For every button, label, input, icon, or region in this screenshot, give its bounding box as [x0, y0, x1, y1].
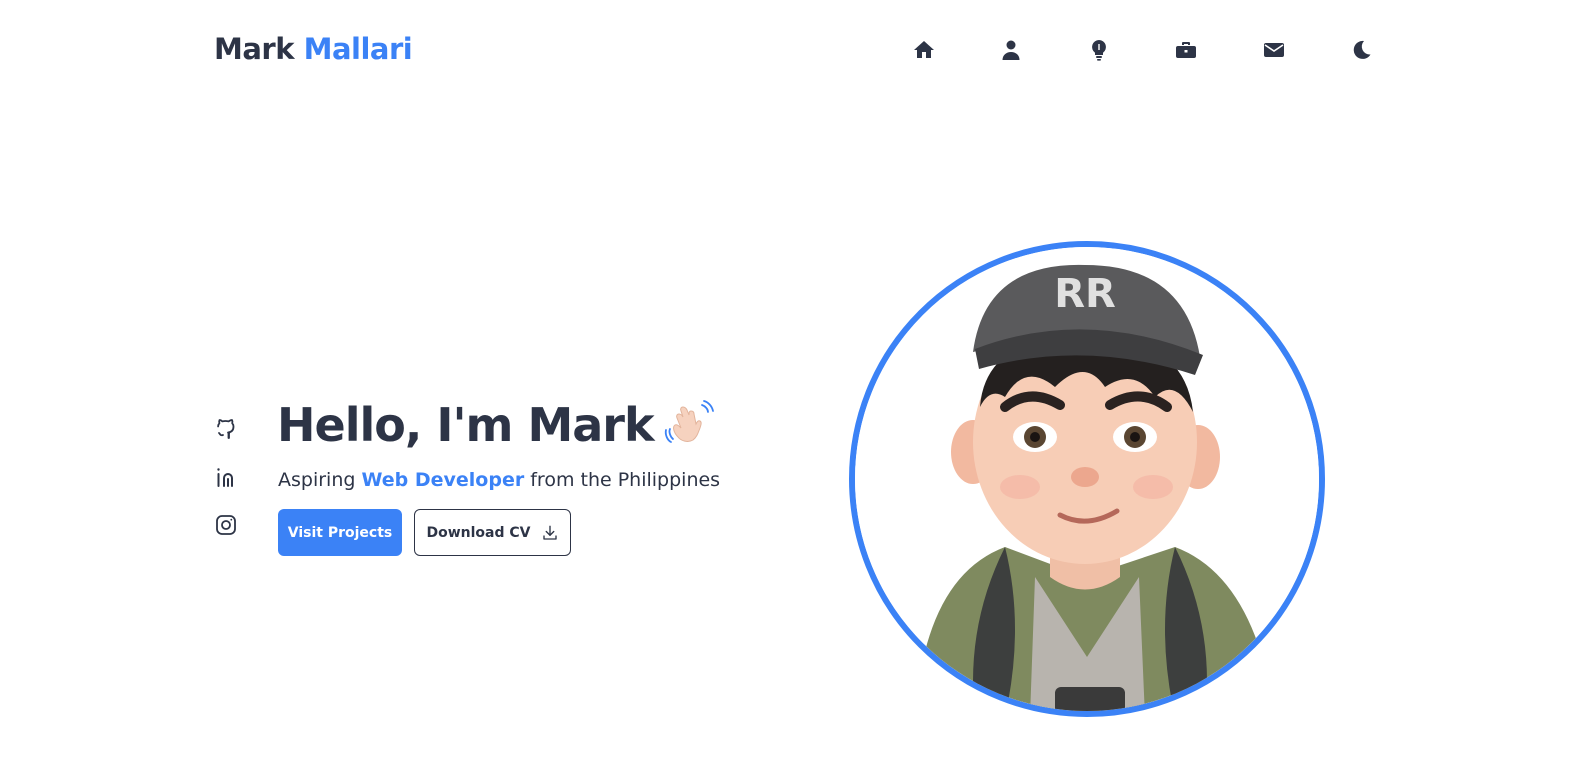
main-nav [880, 34, 1405, 66]
social-links [212, 416, 240, 538]
nav-skills[interactable] [1055, 34, 1143, 66]
logo-last-name: Mallari [303, 32, 413, 66]
home-icon [913, 41, 934, 58]
theme-toggle[interactable] [1318, 34, 1406, 66]
page: Mark Mallari Hello, I'm Mark Aspiring We… [0, 0, 1580, 762]
avatar-illustration: RR [855, 247, 1319, 711]
linkedin-link[interactable] [212, 464, 240, 490]
nav-about[interactable] [968, 34, 1056, 66]
briefcase-icon [1176, 42, 1197, 58]
subtitle-prefix: Aspiring [278, 469, 362, 491]
cap-logo: RR [1054, 271, 1116, 317]
instagram-icon [216, 515, 236, 535]
subtitle-suffix: from the Philippines [524, 469, 721, 491]
visit-projects-button[interactable]: Visit Projects [278, 509, 402, 556]
hero-heading-row: Hello, I'm Mark [277, 395, 716, 455]
waving-hand-icon [664, 399, 716, 451]
github-link[interactable] [212, 416, 240, 442]
github-icon [217, 419, 235, 439]
download-cv-button[interactable]: Download CV [414, 509, 571, 556]
download-cv-label: Download CV [426, 524, 531, 541]
hero-actions: Visit Projects Download CV [278, 509, 571, 556]
nav-contact[interactable] [1230, 34, 1318, 66]
download-icon [542, 525, 557, 540]
user-icon [1002, 40, 1020, 60]
site-logo[interactable]: Mark Mallari [214, 30, 413, 68]
avatar: RR [849, 241, 1325, 717]
lightbulb-icon [1091, 40, 1106, 61]
nav-home[interactable] [880, 34, 968, 66]
nav-projects[interactable] [1143, 34, 1231, 66]
envelope-icon [1263, 43, 1284, 57]
linkedin-icon [217, 468, 233, 487]
instagram-link[interactable] [212, 512, 240, 538]
logo-first-name: Mark [214, 32, 295, 66]
hero-greeting: Hello, I'm Mark [277, 398, 655, 452]
hero-subtitle: Aspiring Web Developer from the Philippi… [278, 466, 720, 494]
subtitle-role: Web Developer [361, 469, 525, 491]
moon-icon [1354, 40, 1371, 59]
